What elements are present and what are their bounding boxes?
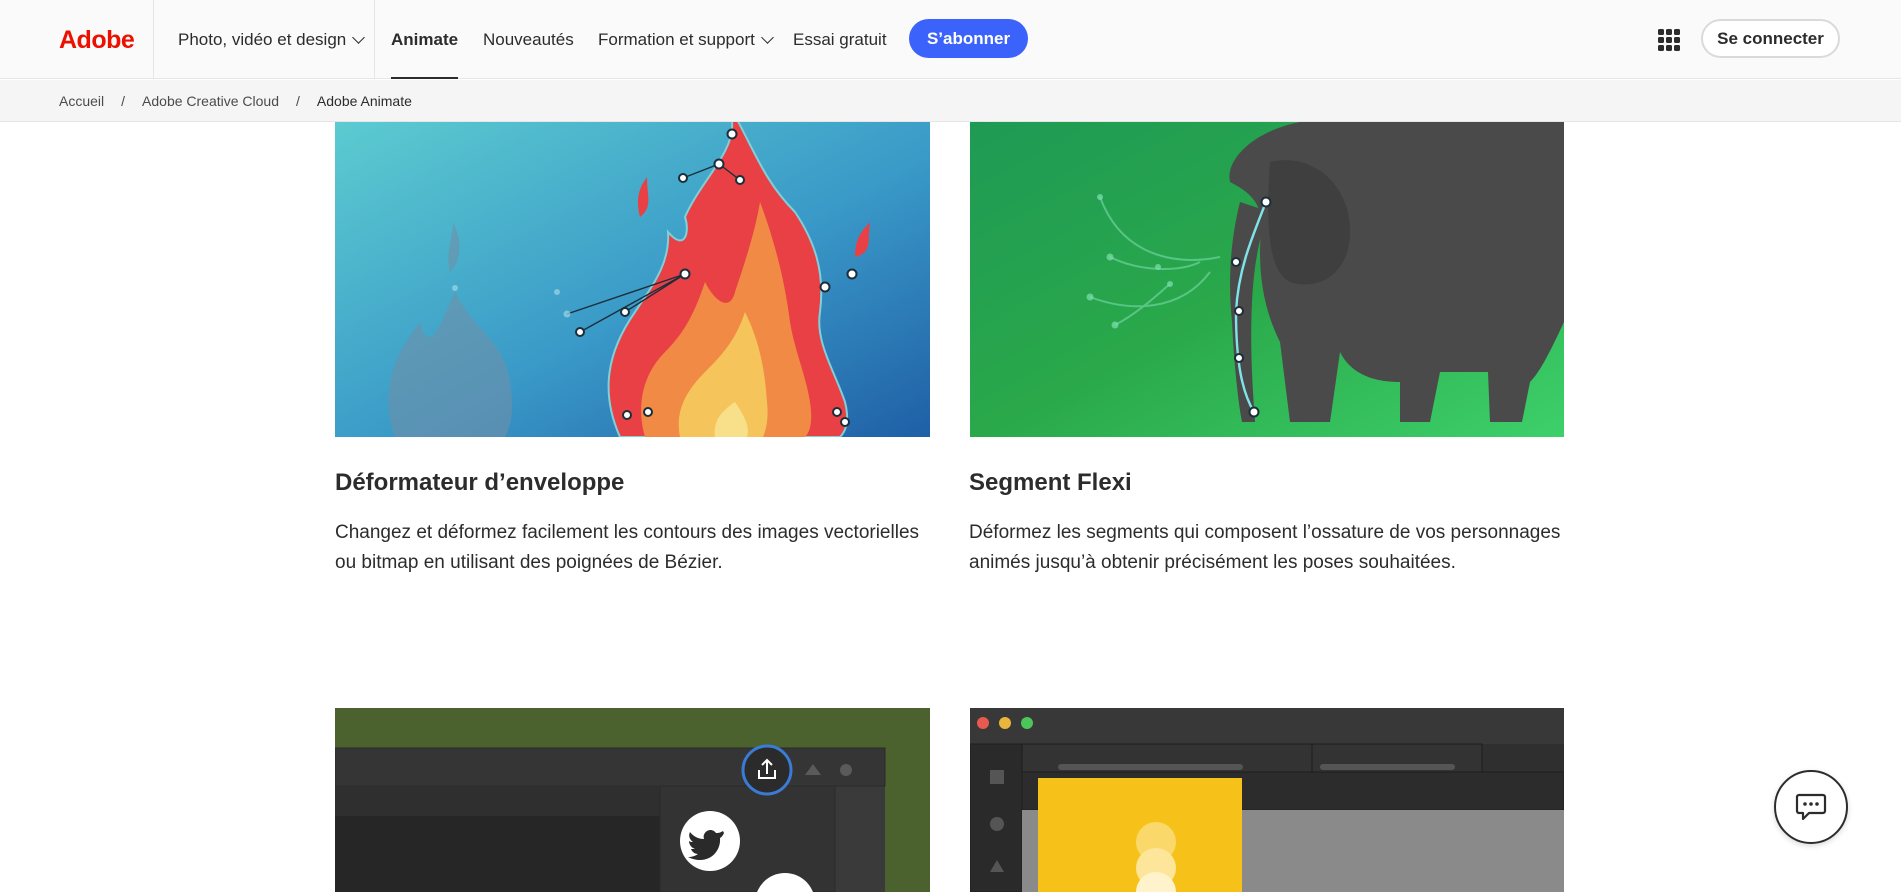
- nav-essai-gratuit[interactable]: Essai gratuit: [793, 0, 887, 79]
- flame-bezier-illustration: [335, 122, 930, 437]
- sign-in-button[interactable]: Se connecter: [1701, 19, 1840, 58]
- nav-photo-video-design-label: Photo, vidéo et design: [178, 29, 347, 49]
- nav-animate[interactable]: Animate: [391, 0, 459, 79]
- nav-divider: [153, 0, 154, 79]
- app-window-yellow-panel-illustration: [970, 708, 1564, 892]
- elephant-trunk-illustration: [970, 122, 1564, 437]
- breadcrumb-accueil[interactable]: Accueil: [59, 93, 104, 109]
- nav-animate-label: Animate: [391, 29, 459, 49]
- nav-nouveautes-label: Nouveautés: [483, 29, 574, 49]
- chevron-down-icon: [760, 30, 774, 44]
- breadcrumb-separator: /: [296, 92, 300, 109]
- card-title: Segment Flexi: [969, 469, 1132, 496]
- share-panel-twitter-illustration: [335, 708, 930, 892]
- breadcrumb-creative-cloud[interactable]: Adobe Creative Cloud: [142, 93, 279, 109]
- breadcrumb: Accueil / Adobe Creative Cloud / Adobe A…: [0, 80, 1901, 122]
- nav-nouveautes[interactable]: Nouveautés: [483, 0, 574, 79]
- chat-bubble-icon: [1795, 793, 1827, 821]
- app-switcher-grid-icon[interactable]: [1658, 29, 1680, 51]
- nav-photo-video-design[interactable]: Photo, vidéo et design: [178, 0, 366, 79]
- nav-essai-gratuit-label: Essai gratuit: [793, 29, 887, 49]
- card-description: Déformez les segments qui composent l’os…: [969, 522, 1561, 573]
- adobe-logo[interactable]: Adobe: [59, 22, 135, 58]
- chat-button[interactable]: [1774, 770, 1848, 844]
- card-title: Déformateur d’enveloppe: [335, 469, 625, 496]
- chevron-down-icon: [352, 30, 366, 44]
- card-description: Changez et déformez facilement les conto…: [335, 522, 920, 573]
- breadcrumb-current: Adobe Animate: [316, 92, 412, 109]
- global-nav: Adobe Photo, vidéo et design Animate Nou…: [0, 0, 1901, 79]
- subscribe-button[interactable]: S’abonner: [909, 19, 1028, 58]
- nav-formation-support[interactable]: Formation et support: [598, 0, 774, 79]
- nav-divider: [374, 0, 375, 79]
- nav-formation-support-label: Formation et support: [598, 29, 755, 49]
- breadcrumb-separator: /: [121, 92, 126, 109]
